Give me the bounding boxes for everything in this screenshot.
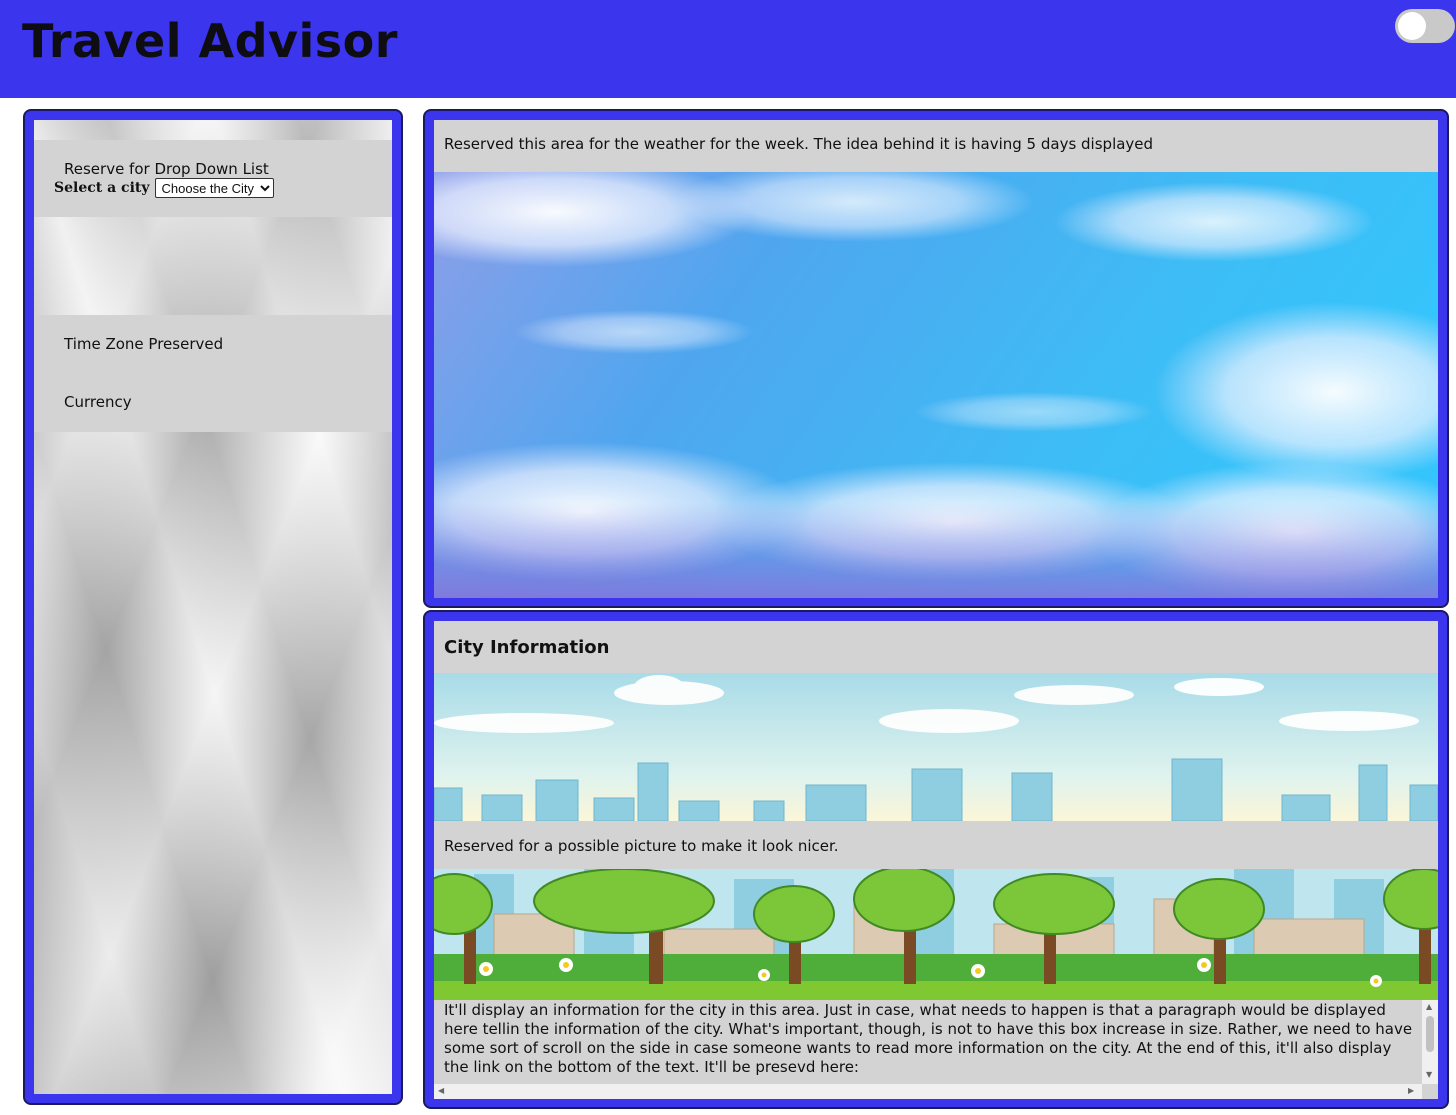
app-title: Travel Advisor [22,14,398,68]
currency-label: Currency [64,393,132,411]
city-description-box[interactable]: It'll display an information for the cit… [434,1000,1438,1099]
scroll-up-icon[interactable]: ▲ [1426,1002,1432,1011]
scroll-left-icon[interactable]: ◀ [438,1086,444,1095]
weather-panel: Reserved this area for the weather for t… [423,109,1449,608]
dropdown-reserve-label: Reserve for Drop Down List [64,160,269,178]
vertical-scrollbar[interactable]: ▲ ▼ [1422,1000,1438,1084]
cityscape-image [434,673,1438,821]
city-info-panel: City Information Reserved for a possible… [423,610,1449,1109]
dropdown-section: Reserve for Drop Down List Select a city… [34,140,392,217]
theme-toggle[interactable] [1395,9,1455,43]
time-zone-label: Time Zone Preserved [64,335,224,353]
city-meta-section: Time Zone Preserved Currency [34,315,392,432]
weather-area: Reserved this area for the weather for t… [434,120,1438,598]
app-header: Travel Advisor [0,0,1456,98]
city-info-heading: City Information [444,637,610,658]
horizontal-scrollbar[interactable]: ◀ ▶ [434,1084,1422,1099]
toggle-knob [1398,12,1426,40]
sidebar-background: Reserve for Drop Down List Select a city… [34,120,392,1094]
sidebar-panel: Reserve for Drop Down List Select a city… [23,109,403,1105]
weather-caption: Reserved this area for the weather for t… [434,120,1438,172]
scroll-right-icon[interactable]: ▶ [1408,1086,1414,1095]
vertical-scroll-thumb[interactable] [1426,1016,1434,1052]
city-select-label: Select a city [54,180,150,196]
city-description: It'll display an information for the cit… [444,1001,1413,1076]
city-select-row: Select a city Choose the City [54,178,274,198]
sky-image [434,172,1438,598]
scroll-down-icon[interactable]: ▼ [1426,1070,1432,1079]
picture-caption: Reserved for a possible picture to make … [444,837,839,855]
park-image [434,869,1438,1000]
city-info-area: City Information Reserved for a possible… [434,621,1438,1099]
city-select[interactable]: Choose the City [154,178,274,198]
